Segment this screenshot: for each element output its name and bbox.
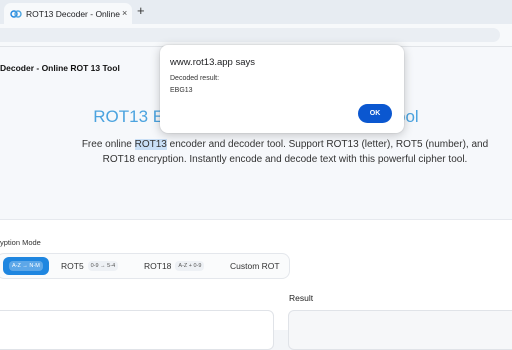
mode-rot18-button[interactable]: ROT18 A-Z + 0-9 [144, 257, 205, 275]
page-heading: Decoder - Online ROT 13 Tool [0, 63, 120, 73]
result-label: Result [289, 293, 314, 303]
mode-rot5-button[interactable]: ROT5 0-9 → 5-4 [61, 257, 119, 275]
new-tab-button[interactable]: + [137, 4, 145, 17]
mode-rot18-label: ROT18 [144, 261, 172, 271]
desc-highlight: ROT13 [134, 139, 167, 150]
browser-tabstrip: ROT13 Decoder - Online ROT 13 Tool × + [0, 0, 512, 24]
tool-panel: yption Mode A-Z → N-M ROT5 0-9 → 5-4 ROT… [0, 219, 512, 350]
mode-rot13-chip: A-Z → N-M [9, 261, 43, 271]
dialog-message-label: Decoded result: [170, 75, 220, 82]
mode-custom-label: Custom ROT [230, 261, 280, 271]
browser-tab[interactable]: ROT13 Decoder - Online ROT 13 Tool × [4, 3, 132, 24]
browser-toolbar [0, 24, 512, 47]
site-favicon-icon [10, 9, 22, 18]
result-textarea[interactable] [288, 310, 512, 350]
tab-close-icon[interactable]: × [122, 9, 127, 18]
input-textarea[interactable] [0, 310, 274, 350]
mode-custom-rot-button[interactable]: Custom ROT [230, 257, 280, 275]
mode-rot5-chip: 0-9 → 5-4 [87, 261, 119, 271]
mode-rot18-chip: A-Z + 0-9 [175, 261, 205, 271]
dialog-message-value: EBG13 [170, 87, 193, 94]
tab-title: ROT13 Decoder - Online ROT 13 Tool [26, 8, 120, 19]
encryption-mode-label: yption Mode [0, 238, 41, 247]
desc-pre: Free online [81, 139, 135, 150]
ok-button[interactable]: OK [358, 104, 392, 123]
alert-dialog: www.rot13.app says Decoded result: EBG13… [160, 45, 404, 133]
mode-selector: A-Z → N-M ROT5 0-9 → 5-4 ROT18 A-Z + 0-9… [0, 253, 290, 279]
mode-rot5-label: ROT5 [61, 261, 84, 271]
hero-description: Free online ROT13 encoder and decoder to… [70, 137, 500, 167]
mode-rot13-button[interactable]: A-Z → N-M [3, 257, 49, 275]
dialog-title: www.rot13.app says [170, 57, 256, 68]
address-bar[interactable] [0, 28, 500, 42]
